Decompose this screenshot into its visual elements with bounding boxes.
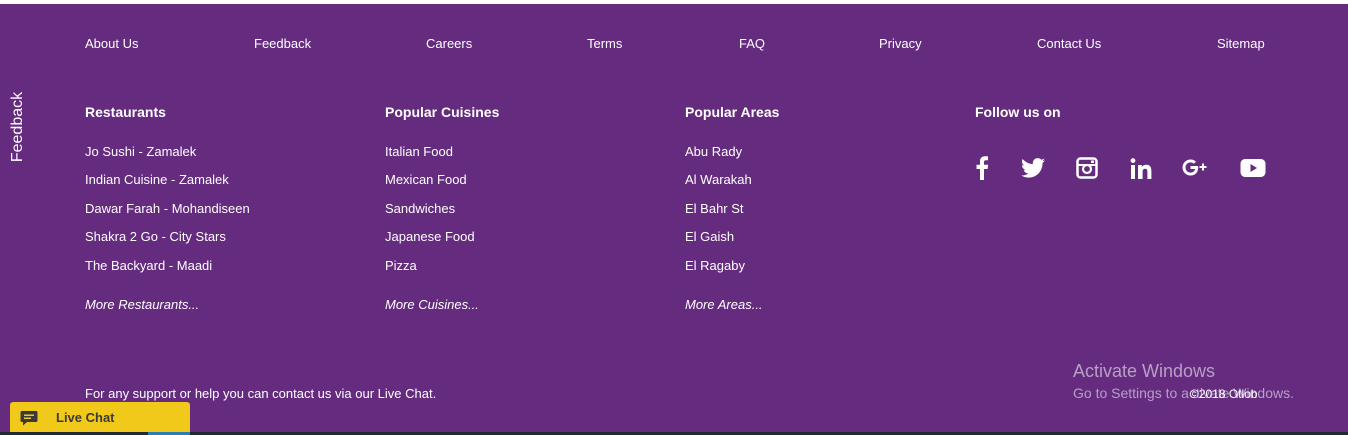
- list-item[interactable]: Dawar Farah - Mohandiseen: [85, 201, 250, 216]
- restaurants-column: Restaurants Jo Sushi - Zamalek Indian Cu…: [85, 104, 250, 312]
- list-item[interactable]: El Bahr St: [685, 201, 744, 216]
- chat-bubble-icon: [20, 410, 38, 426]
- site-footer: About Us Feedback Careers Terms FAQ Priv…: [0, 4, 1348, 432]
- list-item[interactable]: Abu Rady: [685, 144, 742, 159]
- cuisines-heading: Popular Cuisines: [385, 104, 500, 120]
- privacy-link[interactable]: Privacy: [879, 36, 922, 51]
- copyright: ©2018 Otlob: [1190, 387, 1258, 401]
- list-item[interactable]: Pizza: [385, 258, 417, 273]
- careers-link[interactable]: Careers: [426, 36, 472, 51]
- facebook-icon[interactable]: [975, 156, 1001, 182]
- social-icons: [975, 156, 1275, 182]
- about-us-link[interactable]: About Us: [85, 36, 138, 51]
- follow-us-heading: Follow us on: [975, 104, 1061, 120]
- twitter-icon[interactable]: [1021, 158, 1047, 184]
- list-item[interactable]: Sandwiches: [385, 201, 455, 216]
- instagram-icon[interactable]: [1076, 157, 1102, 183]
- list-item[interactable]: Shakra 2 Go - City Stars: [85, 229, 226, 244]
- follow-us-column: Follow us on: [975, 104, 1061, 120]
- activate-windows-subtitle: Go to Settings to activate Windows.: [1073, 385, 1294, 401]
- areas-heading: Popular Areas: [685, 104, 780, 120]
- feedback-side-tab[interactable]: Feedback: [2, 86, 34, 168]
- support-message: For any support or help you can contact …: [85, 386, 437, 401]
- live-chat-button[interactable]: Live Chat: [10, 402, 190, 432]
- list-item[interactable]: El Gaish: [685, 229, 734, 244]
- terms-link[interactable]: Terms: [587, 36, 622, 51]
- more-areas-link[interactable]: More Areas...: [685, 297, 763, 312]
- areas-column: Popular Areas Abu Rady Al Warakah El Bah…: [685, 104, 780, 312]
- list-item[interactable]: Japanese Food: [385, 229, 475, 244]
- list-item[interactable]: Indian Cuisine - Zamalek: [85, 172, 229, 187]
- list-item[interactable]: Jo Sushi - Zamalek: [85, 144, 196, 159]
- feedback-tab-label: Feedback: [9, 91, 26, 163]
- more-restaurants-link[interactable]: More Restaurants...: [85, 297, 199, 312]
- activate-windows-watermark: Activate Windows Go to Settings to activ…: [1073, 361, 1294, 401]
- linkedin-icon[interactable]: [1130, 158, 1156, 184]
- sitemap-link[interactable]: Sitemap: [1217, 36, 1265, 51]
- list-item[interactable]: Mexican Food: [385, 172, 467, 187]
- list-item[interactable]: Italian Food: [385, 144, 453, 159]
- list-item[interactable]: Al Warakah: [685, 172, 752, 187]
- faq-link[interactable]: FAQ: [739, 36, 765, 51]
- cuisines-column: Popular Cuisines Italian Food Mexican Fo…: [385, 104, 500, 312]
- restaurants-heading: Restaurants: [85, 104, 166, 120]
- feedback-link[interactable]: Feedback: [254, 36, 311, 51]
- contact-us-link[interactable]: Contact Us: [1037, 36, 1101, 51]
- activate-windows-title: Activate Windows: [1073, 361, 1216, 381]
- youtube-icon[interactable]: [1240, 158, 1266, 184]
- google-plus-icon[interactable]: [1182, 156, 1208, 182]
- live-chat-label: Live Chat: [56, 410, 115, 425]
- list-item[interactable]: El Ragaby: [685, 258, 745, 273]
- list-item[interactable]: The Backyard - Maadi: [85, 258, 212, 273]
- more-cuisines-link[interactable]: More Cuisines...: [385, 297, 479, 312]
